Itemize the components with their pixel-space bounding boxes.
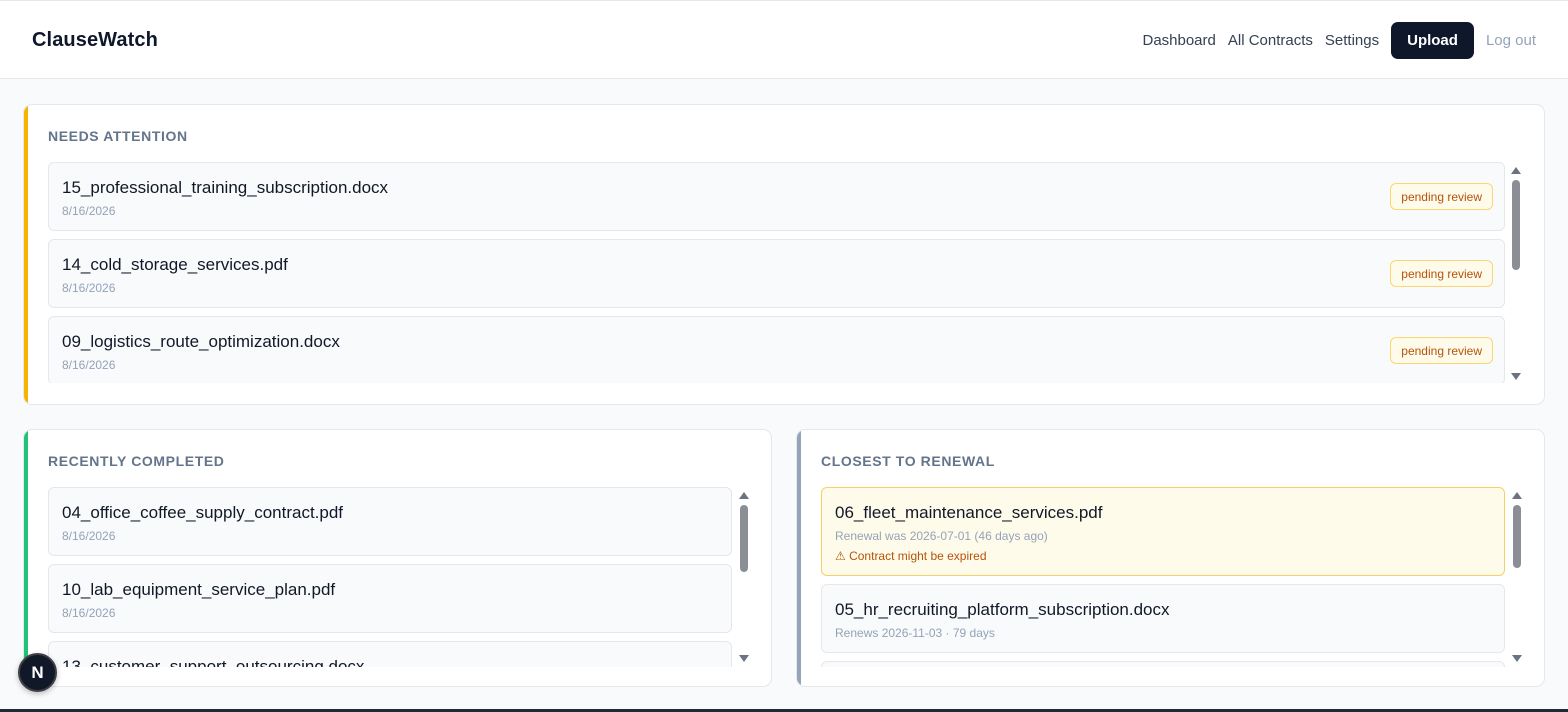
closest-to-renewal-list[interactable]: 06_fleet_maintenance_services.pdf Renewa… bbox=[821, 487, 1505, 667]
needs-attention-scrollbar[interactable] bbox=[1510, 167, 1522, 380]
renewal-detail: Renewal was 2026-07-01 (46 days ago) bbox=[835, 529, 1048, 543]
logout-link[interactable]: Log out bbox=[1486, 32, 1536, 49]
nav-all-contracts[interactable]: All Contracts bbox=[1228, 32, 1313, 49]
contract-name: 04_office_coffee_supply_contract.pdf bbox=[62, 503, 344, 522]
list-item[interactable] bbox=[821, 661, 1505, 667]
contract-date: 8/16/2026 bbox=[62, 606, 116, 620]
scroll-up-icon[interactable] bbox=[739, 492, 749, 499]
contract-date: 8/16/2026 bbox=[62, 529, 116, 543]
scroll-down-icon[interactable] bbox=[1512, 655, 1522, 662]
status-badge: pending review bbox=[1390, 183, 1493, 210]
scroll-up-icon[interactable] bbox=[1511, 167, 1521, 174]
renewal-detail: Renews 2026-11-03 · 79 days bbox=[835, 626, 995, 640]
scroll-thumb[interactable] bbox=[1512, 180, 1520, 270]
list-item[interactable]: 05_hr_recruiting_platform_subscription.d… bbox=[821, 584, 1505, 653]
needs-attention-title: NEEDS ATTENTION bbox=[48, 128, 188, 144]
needs-attention-card: NEEDS ATTENTION 15_professional_training… bbox=[23, 104, 1545, 405]
recently-completed-card: RECENTLY COMPLETED 04_office_coffee_supp… bbox=[23, 429, 772, 687]
scroll-thumb[interactable] bbox=[740, 505, 748, 572]
contract-name: 09_logistics_route_optimization.docx bbox=[62, 332, 340, 351]
closest-to-renewal-title: CLOSEST TO RENEWAL bbox=[821, 453, 995, 469]
contract-date: 8/16/2026 bbox=[62, 204, 116, 218]
upload-button[interactable]: Upload bbox=[1391, 22, 1474, 59]
list-item[interactable]: 04_office_coffee_supply_contract.pdf 8/1… bbox=[48, 487, 732, 556]
recently-completed-scrollbar[interactable] bbox=[738, 492, 750, 662]
recently-completed-list[interactable]: 04_office_coffee_supply_contract.pdf 8/1… bbox=[48, 487, 732, 667]
scroll-down-icon[interactable] bbox=[1511, 373, 1521, 380]
contract-name: 05_hr_recruiting_platform_subscription.d… bbox=[835, 600, 1170, 619]
contract-name: 06_fleet_maintenance_services.pdf bbox=[835, 503, 1103, 522]
list-item[interactable]: 15_professional_training_subscription.do… bbox=[48, 162, 1505, 231]
contract-date: 8/16/2026 bbox=[62, 281, 116, 295]
list-item[interactable]: 13_customer_support_outsourcing.docx bbox=[48, 641, 732, 667]
contract-name: 13_customer_support_outsourcing.docx bbox=[62, 657, 365, 667]
closest-to-renewal-scrollbar[interactable] bbox=[1511, 492, 1523, 662]
closest-to-renewal-card: CLOSEST TO RENEWAL 06_fleet_maintenance_… bbox=[796, 429, 1545, 687]
contract-name: 10_lab_equipment_service_plan.pdf bbox=[62, 580, 336, 599]
recently-completed-title: RECENTLY COMPLETED bbox=[48, 453, 225, 469]
list-item[interactable]: 06_fleet_maintenance_services.pdf Renewa… bbox=[821, 487, 1505, 576]
contract-name: 15_professional_training_subscription.do… bbox=[62, 178, 389, 197]
nav-dashboard[interactable]: Dashboard bbox=[1142, 32, 1215, 49]
nav-settings[interactable]: Settings bbox=[1325, 32, 1379, 49]
expiry-warning: ⚠ Contract might be expired bbox=[835, 549, 987, 563]
app-brand[interactable]: ClauseWatch bbox=[32, 29, 158, 52]
top-navbar: ClauseWatch Dashboard All Contracts Sett… bbox=[0, 0, 1568, 79]
list-item[interactable]: 14_cold_storage_services.pdf 8/16/2026 p… bbox=[48, 239, 1505, 308]
list-item[interactable]: 10_lab_equipment_service_plan.pdf 8/16/2… bbox=[48, 564, 732, 633]
dev-tools-button[interactable]: N bbox=[18, 653, 57, 692]
status-badge: pending review bbox=[1390, 337, 1493, 364]
status-badge: pending review bbox=[1390, 260, 1493, 287]
contract-date: 8/16/2026 bbox=[62, 358, 116, 372]
scroll-down-icon[interactable] bbox=[739, 655, 749, 662]
list-item[interactable]: 09_logistics_route_optimization.docx 8/1… bbox=[48, 316, 1505, 383]
contract-name: 14_cold_storage_services.pdf bbox=[62, 255, 288, 274]
needs-attention-list[interactable]: 15_professional_training_subscription.do… bbox=[48, 162, 1505, 383]
scroll-thumb[interactable] bbox=[1513, 505, 1521, 568]
main-nav: Dashboard All Contracts Settings Upload … bbox=[1142, 22, 1536, 59]
scroll-up-icon[interactable] bbox=[1512, 492, 1522, 499]
